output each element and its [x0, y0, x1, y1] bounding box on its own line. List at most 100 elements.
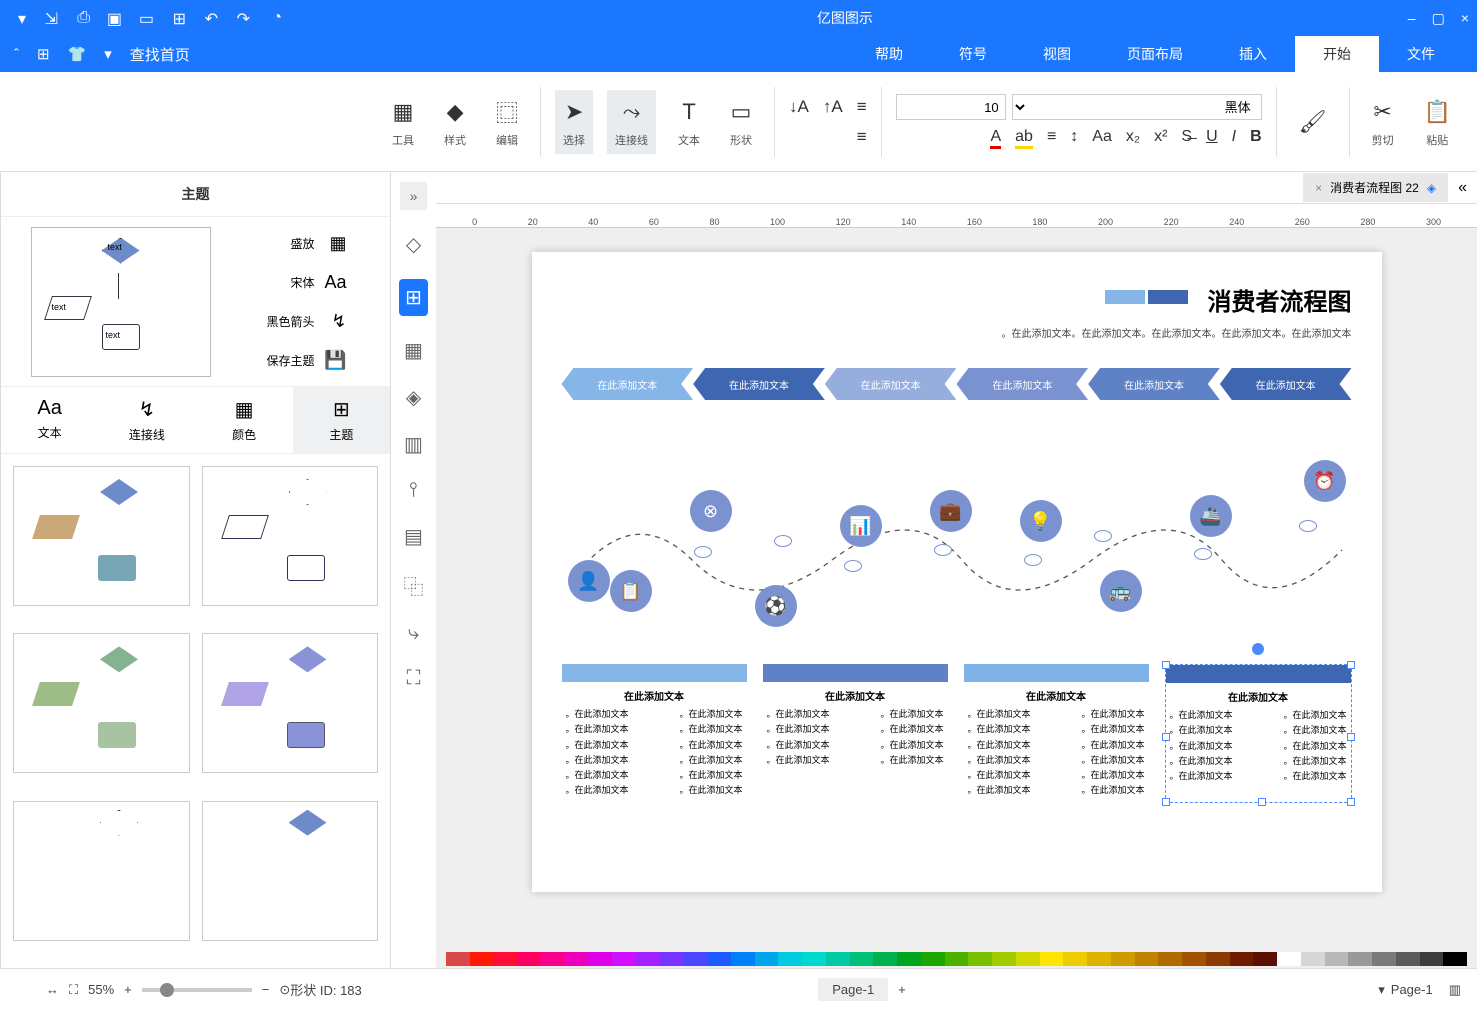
- resize-handle[interactable]: [1347, 661, 1355, 669]
- color-swatch[interactable]: [968, 952, 992, 966]
- tab-insert[interactable]: 插入: [1211, 36, 1295, 72]
- fit-icon[interactable]: ⛶: [407, 667, 421, 690]
- flow-icon[interactable]: ⤷: [408, 622, 419, 645]
- page[interactable]: 消费者流程图 在此添加文本。在此添加文本。在此添加文本。在此添加文本。在此添加文…: [532, 252, 1382, 892]
- close-button[interactable]: ×: [1461, 10, 1469, 26]
- case-icon[interactable]: Aa: [1092, 128, 1112, 149]
- color-swatch[interactable]: [470, 952, 494, 966]
- select-group[interactable]: ➤选择: [555, 90, 593, 154]
- tshirt-icon[interactable]: 👕: [68, 45, 87, 63]
- style-group[interactable]: ◆样式: [436, 90, 474, 154]
- collapse-icon[interactable]: «: [400, 182, 428, 210]
- fit-width-icon[interactable]: ↔: [46, 982, 59, 997]
- add-page-button[interactable]: +: [898, 982, 906, 997]
- paste-group[interactable]: 📋粘贴: [1416, 90, 1459, 154]
- color-swatch[interactable]: [493, 952, 517, 966]
- chart-icon[interactable]: ⫯: [409, 479, 418, 502]
- color-swatch[interactable]: [1348, 952, 1372, 966]
- underline-icon[interactable]: U: [1206, 128, 1218, 149]
- color-swatch[interactable]: [1087, 952, 1111, 966]
- zoom-percent[interactable]: 55%: [88, 982, 114, 997]
- page-title[interactable]: 消费者流程图: [1208, 282, 1352, 317]
- save-theme-row[interactable]: 💾保存主题: [225, 350, 347, 371]
- font-color-icon[interactable]: A: [990, 128, 1001, 149]
- align-icon[interactable]: ≡: [857, 97, 867, 117]
- undo-icon[interactable]: ↶: [200, 9, 218, 27]
- theme-thumb[interactable]: [13, 801, 190, 941]
- resize-handle[interactable]: [1162, 733, 1170, 741]
- add-icon[interactable]: ⊞: [168, 9, 186, 27]
- color-swatch[interactable]: [612, 952, 636, 966]
- panel-tab-text[interactable]: Aa文本: [1, 387, 98, 453]
- color-swatch[interactable]: [1182, 952, 1206, 966]
- color-swatch[interactable]: [1040, 952, 1064, 966]
- color-swatch[interactable]: [1372, 952, 1396, 966]
- resize-handle[interactable]: [1258, 798, 1266, 806]
- connector-group[interactable]: ⤳连接线: [607, 90, 656, 154]
- color-palette-bar[interactable]: [436, 950, 1477, 968]
- font-size-input[interactable]: [896, 94, 1006, 120]
- color-swatch[interactable]: [1443, 952, 1467, 966]
- color-swatch[interactable]: [541, 952, 565, 966]
- node-venn-icon[interactable]: ⊗: [690, 490, 732, 532]
- zoom-out-icon[interactable]: −: [262, 982, 270, 997]
- cut-group[interactable]: ✂剪切: [1364, 90, 1402, 154]
- tab-help[interactable]: 帮助: [847, 36, 931, 72]
- column-3[interactable]: 在此添加文本 在此添加文本。在此添加文本。在此添加文本。在此添加文本。在此添加文…: [763, 664, 948, 803]
- font-grow-icon[interactable]: A↑: [823, 97, 843, 117]
- color-swatch[interactable]: [588, 952, 612, 966]
- more-icon[interactable]: ▾: [8, 9, 26, 27]
- tab-symbol[interactable]: 符号: [931, 36, 1015, 72]
- resize-handle[interactable]: [1347, 798, 1355, 806]
- chevron-up-icon[interactable]: ˆ: [14, 46, 19, 63]
- color-swatch[interactable]: [945, 952, 969, 966]
- arrow-1[interactable]: 在此添加文本: [1220, 368, 1352, 400]
- node-bulb-icon[interactable]: 💡: [1020, 500, 1062, 542]
- theme-thumb[interactable]: [13, 633, 190, 773]
- tab-view[interactable]: 视图: [1015, 36, 1099, 72]
- apps-icon[interactable]: ⊞: [37, 45, 50, 63]
- column-4[interactable]: 在此添加文本 在此添加文本。在此添加文本。在此添加文本。在此添加文本。在此添加文…: [562, 664, 747, 803]
- color-swatch[interactable]: [683, 952, 707, 966]
- chevron-down-icon[interactable]: ▾: [1378, 982, 1385, 998]
- font-family-select[interactable]: 黑体: [1012, 94, 1262, 120]
- page-selector[interactable]: Page-1: [1391, 982, 1433, 997]
- font-shrink-icon[interactable]: A↓: [789, 97, 809, 117]
- page-list-icon[interactable]: ▥: [1449, 982, 1461, 998]
- picker-icon[interactable]: ◇: [406, 232, 421, 257]
- color-swatch[interactable]: [1016, 952, 1040, 966]
- arrow-2[interactable]: 在此添加文本: [1088, 368, 1220, 400]
- color-swatch[interactable]: [802, 952, 826, 966]
- color-swatch[interactable]: [660, 952, 684, 966]
- tabs-expand-icon[interactable]: »: [1458, 179, 1467, 197]
- folder-icon[interactable]: ▭: [136, 9, 154, 27]
- panel-tab-theme[interactable]: ⊞主题: [293, 387, 390, 453]
- find-home-label[interactable]: 查找首页: [130, 44, 190, 65]
- color-swatch[interactable]: [755, 952, 779, 966]
- dropdown-icon[interactable]: ▾: [104, 45, 112, 63]
- spacing-icon[interactable]: ↕: [1070, 128, 1078, 149]
- format-painter[interactable]: 🖌: [1291, 100, 1335, 144]
- strike-icon[interactable]: S̶: [1181, 128, 1192, 149]
- bullets-icon[interactable]: ≡: [1047, 128, 1056, 149]
- maximize-button[interactable]: ▢: [1432, 10, 1445, 27]
- color-swatch[interactable]: [826, 952, 850, 966]
- grid-icon[interactable]: ⊞: [399, 279, 428, 316]
- color-swatch[interactable]: [1253, 952, 1277, 966]
- color-swatch[interactable]: [1111, 952, 1135, 966]
- line-row[interactable]: ↯黑色箭头: [225, 311, 347, 332]
- arrow-4[interactable]: 在此添加文本: [825, 368, 957, 400]
- rotate-handle[interactable]: [1252, 643, 1264, 655]
- document-tab[interactable]: ◈ 消费者流程图 22 ×: [1303, 173, 1448, 202]
- theme-thumb[interactable]: [202, 801, 379, 941]
- color-swatch[interactable]: [992, 952, 1016, 966]
- zoom-slider[interactable]: [142, 988, 252, 992]
- theme-thumb[interactable]: [202, 633, 379, 773]
- node-bus-icon[interactable]: 🚌: [1100, 570, 1142, 612]
- resize-handle[interactable]: [1162, 661, 1170, 669]
- edit-group[interactable]: ⿴编辑: [488, 90, 526, 154]
- node-ship-icon[interactable]: 🚢: [1190, 495, 1232, 537]
- color-swatch[interactable]: [850, 952, 874, 966]
- export-icon[interactable]: ⇲: [40, 9, 58, 27]
- node-clock-icon[interactable]: ⏰: [1304, 460, 1346, 502]
